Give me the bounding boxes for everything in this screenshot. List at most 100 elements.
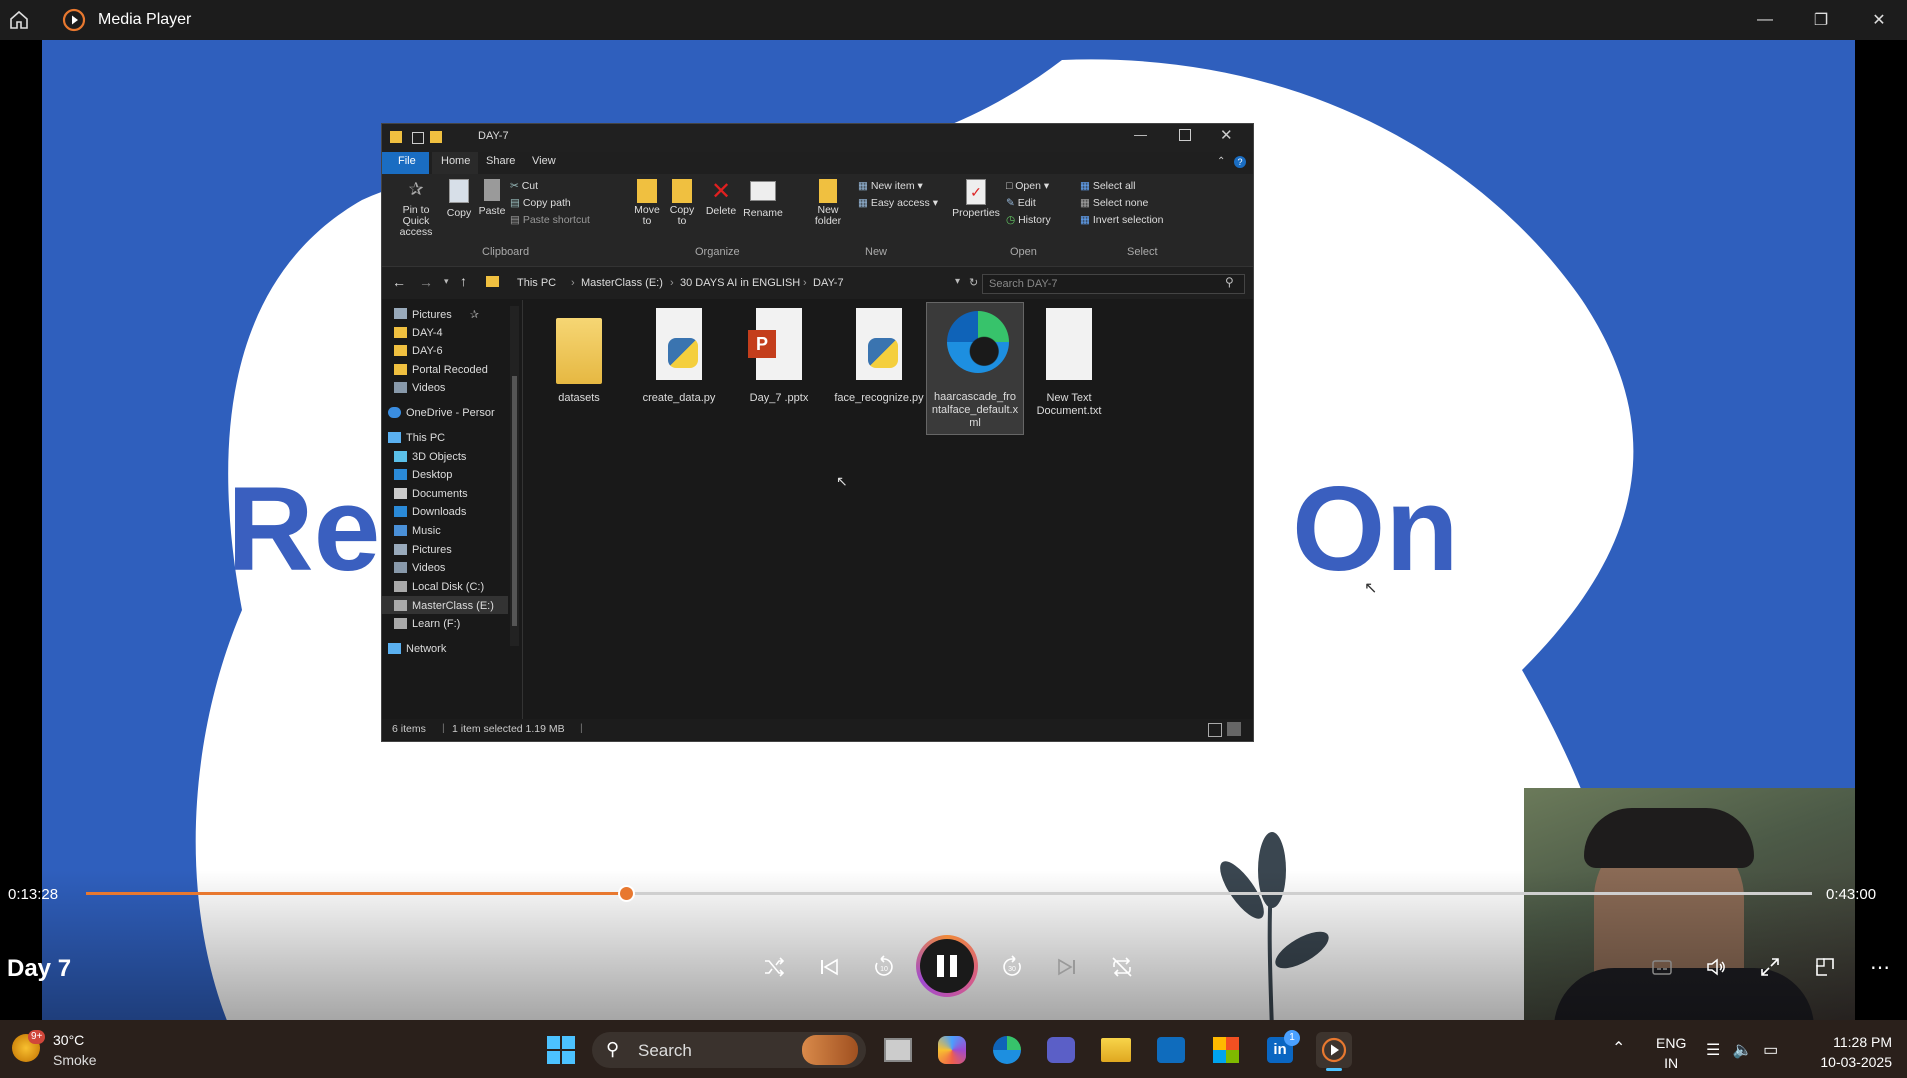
cut-button[interactable]: ✂ Cut — [510, 180, 538, 192]
explorer-minimize-icon[interactable]: — — [1134, 127, 1147, 142]
new-folder-button[interactable]: New folder — [810, 179, 846, 227]
seek-bar[interactable] — [86, 885, 1812, 902]
collapse-ribbon-icon[interactable]: ⌃ — [1217, 156, 1225, 167]
nav-item-pictures[interactable]: Pictures — [394, 544, 452, 556]
shuffle-button[interactable] — [756, 949, 792, 985]
rename-button[interactable]: Rename — [742, 179, 784, 219]
teams-button[interactable] — [1043, 1032, 1079, 1068]
large-icons-view-icon[interactable] — [1227, 722, 1241, 736]
select-all-button[interactable]: ▦ Select all — [1080, 180, 1135, 192]
edit-button[interactable]: ✎ Edit — [1006, 197, 1036, 209]
nav-item-local-disk-c[interactable]: Local Disk (C:) — [394, 581, 484, 593]
help-icon[interactable]: ? — [1234, 156, 1246, 168]
forward-icon[interactable]: → — [419, 274, 433, 290]
tab-view[interactable]: View — [532, 155, 556, 167]
file-item[interactable]: datasets — [534, 308, 624, 405]
language-indicator[interactable]: ENG IN — [1656, 1033, 1686, 1073]
media-player-taskbar-button[interactable] — [1316, 1032, 1352, 1071]
next-button[interactable] — [1049, 949, 1085, 985]
file-item-selected[interactable]: haarcascade_frontalface_default.xml — [926, 302, 1024, 435]
paste-button[interactable]: Paste — [477, 179, 507, 217]
close-button[interactable]: ✕ — [1856, 4, 1902, 36]
nav-item-onedrive[interactable]: OneDrive - Persor — [388, 407, 495, 419]
breadcrumb[interactable]: This PC › MasterClass (E:) › 30 DAYS AI … — [517, 274, 978, 292]
copy-path-button[interactable]: ▤ Copy path — [510, 197, 571, 209]
breadcrumb-day7[interactable]: DAY-7 — [813, 277, 844, 289]
skip-forward-30-button[interactable]: 30 — [994, 949, 1030, 985]
back-icon[interactable]: ← — [392, 274, 406, 290]
volume-button[interactable] — [1698, 949, 1734, 985]
nav-item-masterclass-e[interactable]: MasterClass (E:) — [394, 600, 494, 612]
file-explorer-button[interactable] — [1098, 1032, 1134, 1068]
search-input[interactable]: Search DAY-7 — [982, 274, 1245, 294]
home-icon[interactable] — [8, 9, 30, 36]
nav-item-desktop[interactable]: Desktop — [394, 469, 452, 481]
history-button[interactable]: ◷ History — [1006, 214, 1051, 226]
explorer-maximize-icon[interactable] — [1179, 129, 1191, 141]
nav-item-music[interactable]: Music — [394, 525, 441, 537]
show-hidden-icons-button[interactable]: ⌃ — [1612, 1038, 1625, 1058]
file-item[interactable]: create_data.py — [634, 308, 724, 405]
edge-button[interactable] — [989, 1032, 1025, 1068]
up-icon[interactable]: ↑ — [460, 273, 467, 289]
invert-selection-button[interactable]: ▦ Invert selection — [1080, 214, 1163, 226]
nav-item-videos[interactable]: Videos — [394, 562, 445, 574]
address-dropdown-icon[interactable]: ▾ — [955, 276, 960, 287]
refresh-icon[interactable]: ↻ — [969, 276, 978, 289]
explorer-close-icon[interactable]: ✕ — [1220, 126, 1233, 144]
move-to-button[interactable]: Move to — [632, 179, 662, 227]
nav-item-documents[interactable]: Documents — [394, 488, 468, 500]
skip-back-10-button[interactable]: 10 — [866, 949, 902, 985]
nav-item-portal-recoded[interactable]: Portal Recoded — [394, 364, 488, 376]
subtitles-button[interactable] — [1644, 949, 1680, 985]
copilot-button[interactable] — [934, 1032, 970, 1068]
nav-item-this-pc[interactable]: This PC — [388, 432, 445, 444]
nav-item-3d-objects[interactable]: 3D Objects — [394, 451, 466, 463]
new-item-button[interactable]: ▦ New item ▾ — [858, 180, 923, 192]
recent-locations-icon[interactable]: ▾ — [444, 276, 449, 287]
more-options-button[interactable]: ⋯ — [1862, 949, 1898, 985]
outlook-button[interactable] — [1153, 1032, 1189, 1068]
fullscreen-button[interactable] — [1752, 949, 1788, 985]
start-button[interactable] — [543, 1032, 579, 1068]
breadcrumb-drive[interactable]: MasterClass (E:) — [581, 277, 663, 289]
properties-button[interactable]: ✓ Properties — [951, 179, 1001, 219]
nav-item-learn-f[interactable]: Learn (F:) — [394, 618, 460, 630]
copy-button[interactable]: Copy — [444, 179, 474, 219]
breadcrumb-course-folder[interactable]: 30 DAYS AI in ENGLISH — [680, 277, 800, 289]
pause-button[interactable] — [916, 935, 978, 997]
minimize-button[interactable]: — — [1742, 4, 1788, 36]
file-item[interactable]: P Day_7 .pptx — [734, 308, 824, 405]
open-button[interactable]: □ Open ▾ — [1006, 180, 1049, 192]
properties-quick-icon[interactable] — [412, 132, 424, 144]
breadcrumb-this-pc[interactable]: This PC — [517, 277, 556, 289]
task-view-button[interactable] — [880, 1032, 916, 1068]
delete-button[interactable]: ✕ Delete — [704, 179, 738, 218]
copy-to-button[interactable]: Copy to — [667, 179, 697, 227]
pin-quick-access-button[interactable]: ✰ Pin to Quick access — [388, 179, 444, 238]
taskbar-search[interactable]: ⚲ Search — [592, 1032, 866, 1068]
repeat-button[interactable] — [1104, 949, 1140, 985]
nav-item-videos-quick[interactable]: Videos — [394, 382, 445, 394]
file-item[interactable]: face_recognize.py — [834, 308, 924, 405]
select-none-button[interactable]: ▦ Select none — [1080, 197, 1148, 209]
clock[interactable]: 11:28 PM 10-03-2025 — [1798, 1032, 1892, 1072]
tab-share[interactable]: Share — [486, 155, 515, 167]
tab-file[interactable]: File — [398, 155, 416, 167]
tab-home[interactable]: Home — [441, 155, 470, 167]
quick-settings-button[interactable]: ☰ 🔈 ▭ — [1706, 1040, 1778, 1060]
paste-shortcut-button[interactable]: ▤ Paste shortcut — [510, 214, 590, 226]
details-view-icon[interactable] — [1208, 723, 1222, 737]
nav-item-day4[interactable]: DAY-4 — [394, 327, 443, 339]
nav-item-downloads[interactable]: Downloads — [394, 506, 466, 518]
file-explorer-window[interactable]: DAY-7 — ✕ File Home Share View ⌃ ? ✰ Pin… — [381, 123, 1254, 742]
nav-item-network[interactable]: Network — [388, 643, 446, 655]
restore-button[interactable]: ❐ — [1798, 4, 1844, 36]
previous-button[interactable] — [811, 949, 847, 985]
microsoft-store-button[interactable] — [1208, 1032, 1244, 1068]
new-folder-quick-icon[interactable] — [430, 131, 442, 143]
easy-access-button[interactable]: ▦ Easy access ▾ — [858, 197, 938, 209]
linkedin-button[interactable]: in 1 — [1262, 1030, 1300, 1068]
file-item[interactable]: New Text Document.txt — [1024, 308, 1114, 418]
mini-player-button[interactable] — [1807, 949, 1843, 985]
